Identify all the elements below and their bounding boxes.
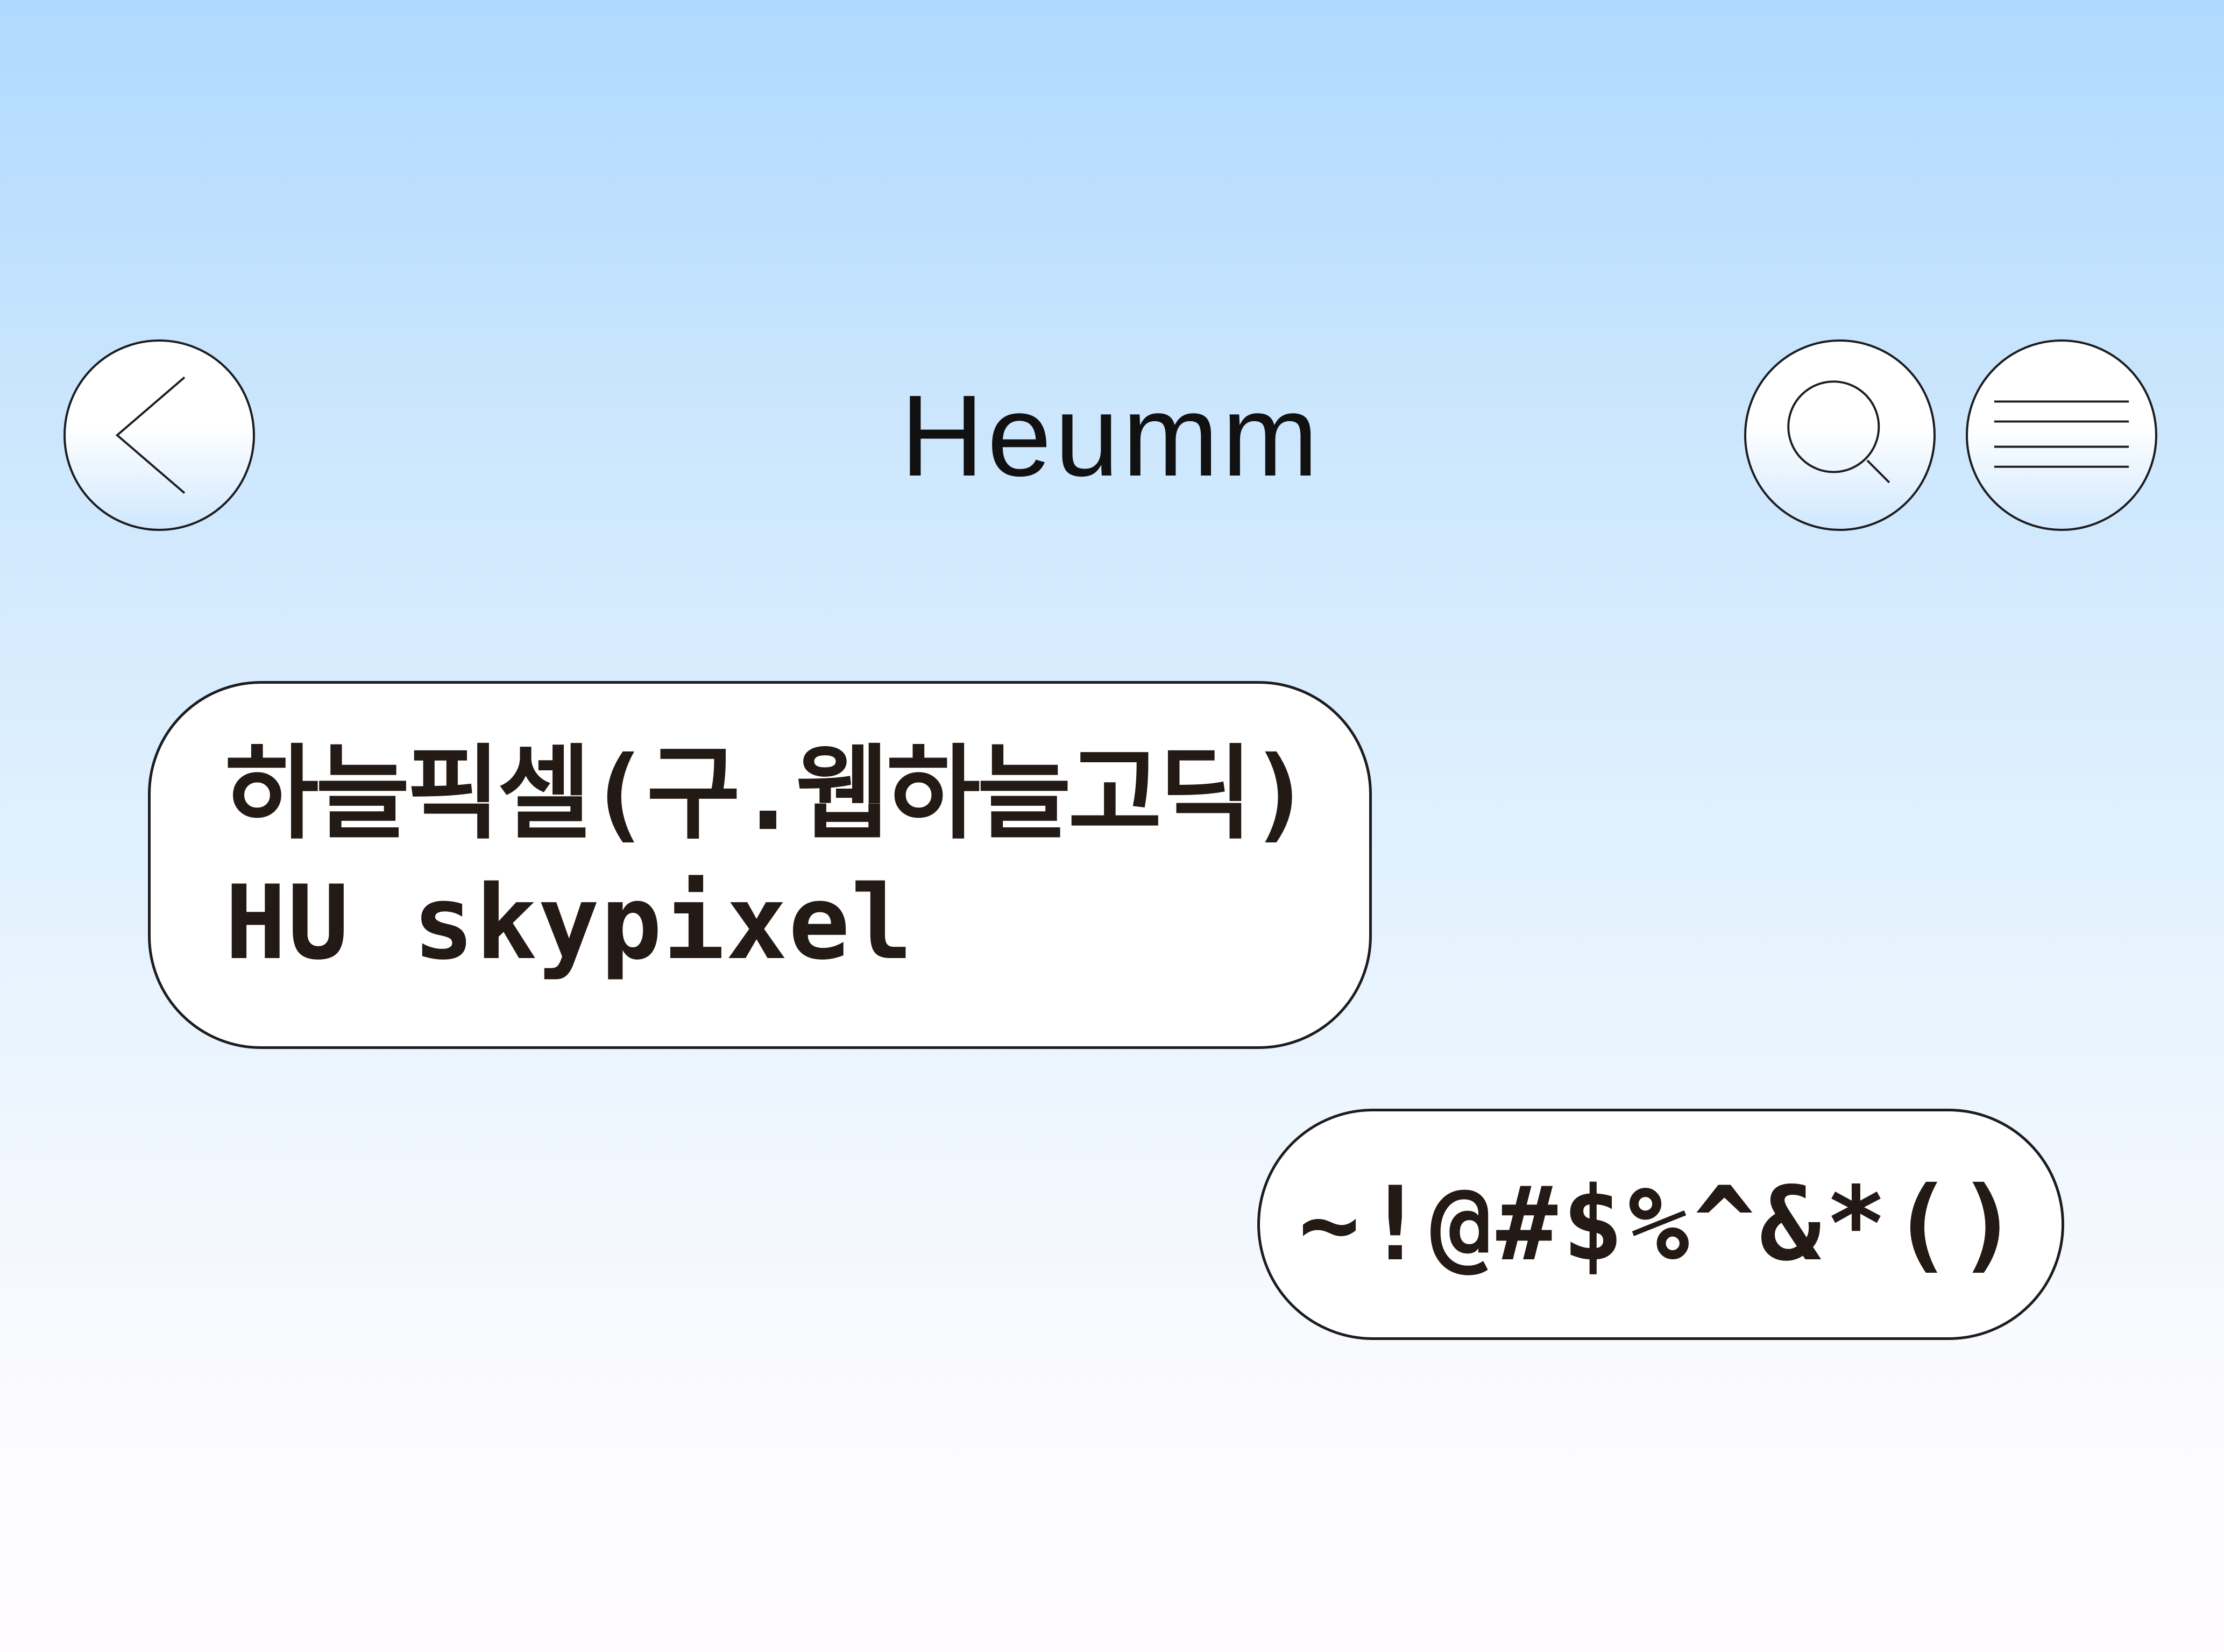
app-header: Heumm: [0, 0, 2224, 538]
hamburger-menu-icon: [1994, 400, 2129, 468]
back-button[interactable]: [63, 339, 255, 531]
search-icon: [1787, 380, 1890, 484]
page-title: Heumm: [900, 371, 1322, 500]
search-button[interactable]: [1744, 339, 1936, 531]
message-text: 하늘픽셀(구.웹하늘고딕): [225, 734, 1311, 853]
chevron-left-icon: [115, 376, 186, 494]
message-bubble[interactable]: ~!@#$%^&*(): [1257, 1109, 2064, 1340]
message-bubble[interactable]: 하늘픽셀(구.웹하늘고딕) HU skypixel: [148, 681, 1372, 1049]
message-text: HU skypixel: [225, 863, 914, 982]
menu-button[interactable]: [1966, 339, 2157, 531]
message-text: ~!@#$%^&*(): [1298, 1165, 2023, 1284]
